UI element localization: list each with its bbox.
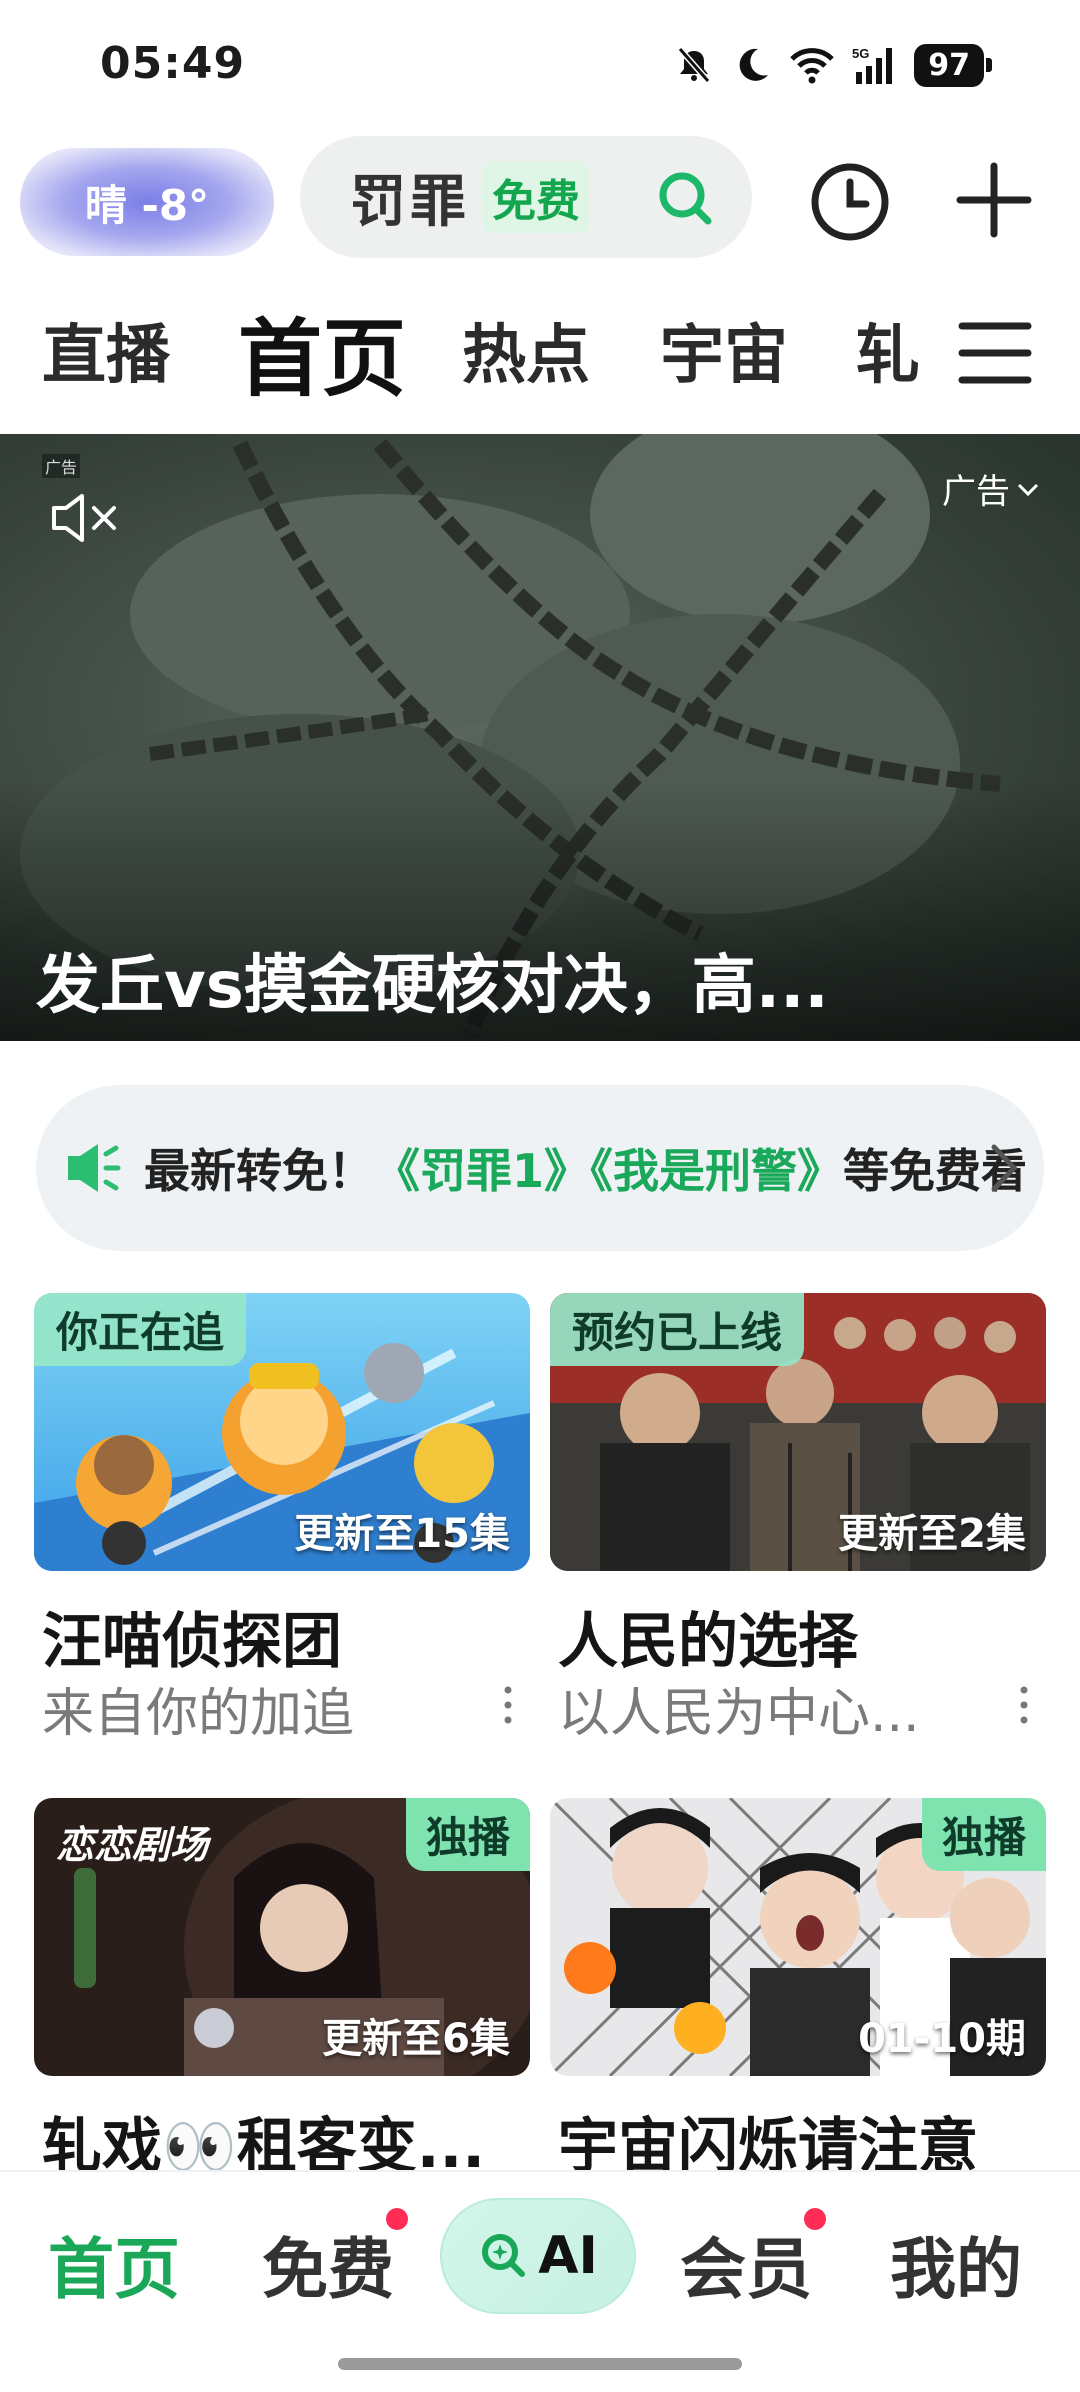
svg-text:5G: 5G [852, 46, 869, 61]
tab-home[interactable]: 首页 [238, 292, 406, 413]
promo-text: 最新转免！《罚罪1》《我是刑警》等免费看 [144, 1144, 1028, 1198]
vip-notification-dot [804, 2208, 826, 2230]
ai-search-icon [482, 2234, 526, 2277]
episode-count: 更新至6集 [322, 2016, 510, 2062]
episode-count: 01-10期 [858, 2016, 1026, 2062]
search-keyword: 罚罪 [350, 169, 470, 235]
card-title: 汪喵侦探团 [42, 1607, 342, 1677]
exclusive-tag: 独播 [921, 1798, 1046, 1871]
history-clock-icon[interactable] [808, 160, 892, 244]
top-bar: 晴 -8° 罚罪 免费 [0, 130, 1080, 270]
episode-count: 更新至15集 [294, 1511, 510, 1557]
nav-ai-button[interactable]: AI [440, 2198, 636, 2314]
tab-live[interactable]: 直播 [42, 304, 170, 396]
speaker-icon [68, 1144, 121, 1192]
video-thumbnail[interactable]: 你正在追 更新至15集 [34, 1293, 530, 1571]
reservation-tag: 预约已上线 [550, 1293, 805, 1366]
banner-ad[interactable]: 广告 广告 发丘vs摸金硬核对决，高... [0, 434, 1080, 1041]
channel-logo: 恋恋剧场 [56, 1823, 209, 1867]
tab-universe[interactable]: 宇宙 [660, 304, 788, 396]
add-icon[interactable] [954, 160, 1034, 240]
video-thumbnail[interactable]: 预约已上线 更新至2集 [550, 1293, 1046, 1571]
nav-home[interactable]: 首页 [48, 2216, 180, 2312]
episode-count: 更新至2集 [838, 1511, 1026, 1557]
ad-small-label: 广告 [42, 454, 81, 478]
status-time: 05:49 [100, 38, 246, 89]
free-tag: 免费 [482, 161, 590, 233]
mute-icon[interactable] [50, 490, 122, 546]
battery-indicator: 97 [914, 43, 992, 87]
tab-zhaxi[interactable]: 轧 [856, 304, 920, 396]
following-tag: 你正在追 [34, 1293, 247, 1366]
card-subtitle: 来自你的加追 [42, 1684, 355, 1744]
bottom-navigation: 首页 免费 AI 会员 我的 [0, 2170, 1080, 2392]
ai-label: AI [538, 2226, 598, 2286]
nav-free[interactable]: 免费 [262, 2216, 394, 2312]
tab-hot[interactable]: 热点 [462, 304, 590, 396]
more-vertical-icon[interactable] [1018, 1685, 1030, 1725]
search-icon[interactable] [656, 169, 714, 227]
channel-tabs: 直播 首页 热点 宇宙 轧 [0, 280, 1080, 410]
card-subtitle: 以人民为中心... [558, 1684, 920, 1744]
mute-bell-icon [677, 47, 711, 83]
chevron-down-icon [1017, 483, 1039, 496]
status-icons: 5G 97 [674, 40, 992, 90]
ad-menu[interactable]: 广告 [942, 464, 1040, 513]
free-notification-dot [386, 2208, 408, 2230]
video-card[interactable]: 预约已上线 更新至2集 人民的选择 以人民为中心... [550, 1293, 1046, 1763]
exclusive-tag: 独播 [405, 1798, 530, 1871]
moon-icon [739, 48, 769, 81]
promo-titles: 《罚罪1》《我是刑警》 [374, 1144, 844, 1198]
nav-mine[interactable]: 我的 [890, 2216, 1022, 2312]
menu-icon[interactable] [958, 318, 1032, 388]
video-thumbnail[interactable]: 恋恋剧场 独播 更新至6集 [34, 1798, 530, 2076]
video-card[interactable]: 恋恋剧场 独播 更新至6集 轧戏👀租客变... [34, 1798, 530, 2182]
signal-5g-icon: 5G [852, 46, 893, 84]
more-vertical-icon[interactable] [502, 1685, 514, 1725]
home-indicator [338, 2358, 742, 2370]
ad-label: 广告 [942, 472, 1010, 512]
status-bar: 05:49 5G 97 [0, 0, 1080, 130]
chevron-right-icon [991, 1144, 1018, 1192]
promo-notice[interactable]: 最新转免！《罚罪1》《我是刑警》等免费看 [36, 1085, 1044, 1251]
search-bar[interactable]: 罚罪 免费 [300, 136, 752, 258]
banner-title: 发丘vs摸金硬核对决，高... [36, 949, 829, 1023]
video-card[interactable]: 你正在追 更新至15集 汪喵侦探团 来自你的加追 [34, 1293, 530, 1763]
wifi-icon [790, 48, 835, 84]
video-thumbnail[interactable]: 独播 01-10期 [550, 1798, 1046, 2076]
nav-vip[interactable]: 会员 [680, 2216, 812, 2312]
video-card[interactable]: 独播 01-10期 宇宙闪烁请注意 [550, 1798, 1046, 2182]
weather-badge[interactable]: 晴 -8° [20, 148, 274, 256]
card-title: 人民的选择 [558, 1607, 858, 1677]
